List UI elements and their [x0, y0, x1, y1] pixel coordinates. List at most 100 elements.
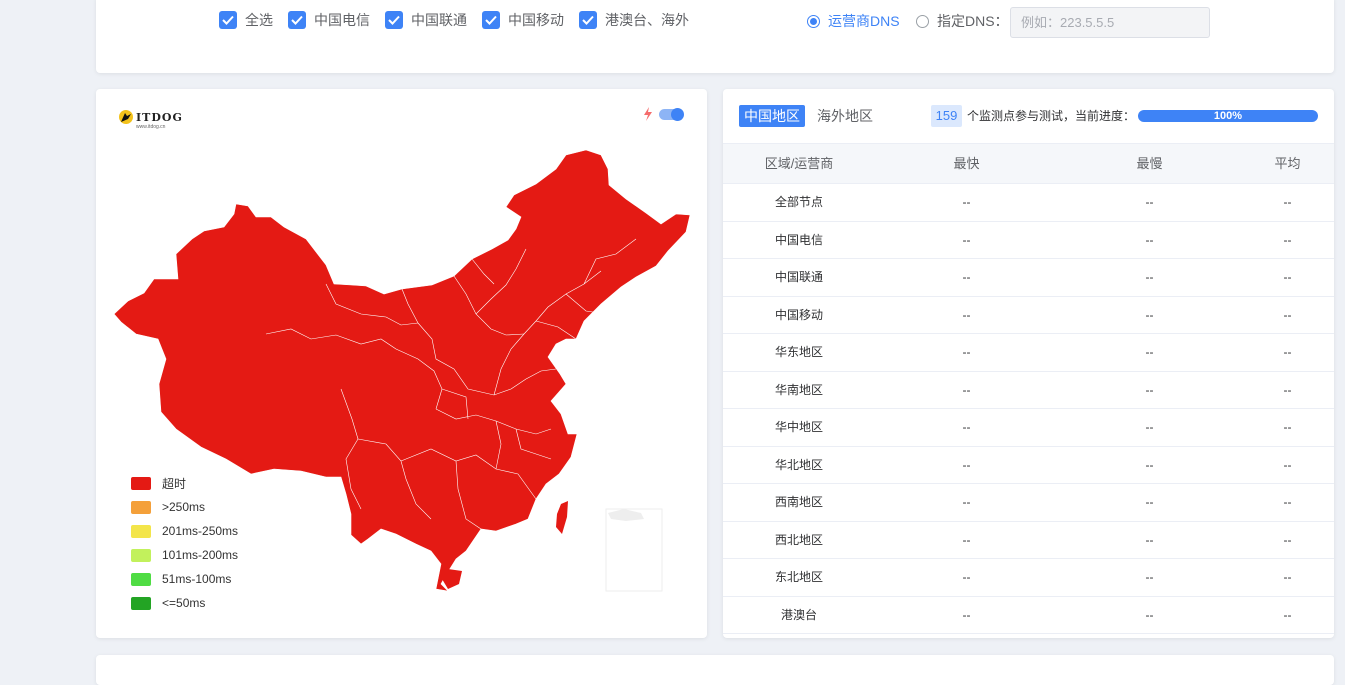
latency-cell: --	[1283, 457, 1292, 472]
legend-item[interactable]: 超时	[131, 471, 238, 495]
table-row: 东北地区 -- -- --	[723, 559, 1334, 597]
itdog-logo: ITDOG www.itdog.cn	[118, 109, 183, 130]
legend-label: >250ms	[162, 500, 206, 514]
latency-cell: --	[1283, 532, 1292, 547]
checkbox-mobile[interactable]: 中国移动	[482, 9, 564, 31]
latency-cell: --	[1283, 382, 1292, 397]
checkbox-overseas[interactable]: 港澳台、海外	[579, 9, 689, 31]
latency-cell: --	[1283, 607, 1292, 622]
column-header: 最快	[953, 156, 980, 171]
radio-custom-dns[interactable]: 指定DNS：	[916, 11, 1009, 31]
filter-panel: 全选 中国电信 中国联通 中国移动 港澳台、海外 运营商DNS 指定DNS： 例…	[96, 0, 1334, 73]
region-cell: 全部节点	[774, 195, 823, 209]
logo-text: ITDOG	[136, 110, 183, 124]
latency-cell: --	[1283, 232, 1292, 247]
legend-swatch	[131, 500, 151, 514]
radio-dot-icon	[807, 14, 820, 28]
latency-cell: --	[962, 457, 971, 472]
table-row: 中国移动 -- -- --	[723, 297, 1334, 334]
tab-china[interactable]: 中国地区	[739, 105, 805, 127]
dns-input[interactable]: 例如：223.5.5.5	[1010, 7, 1210, 38]
legend-label: 超时	[162, 476, 187, 491]
legend-item[interactable]: 201ms-250ms	[131, 519, 238, 543]
checkbox-unicom[interactable]: 中国联通	[385, 9, 467, 31]
latency-cell: --	[962, 495, 971, 509]
radio-dot-icon	[916, 14, 929, 28]
table-row: 港澳台 -- -- --	[723, 597, 1334, 634]
bottom-panel	[96, 655, 1334, 685]
legend-item[interactable]: >250ms	[131, 495, 238, 519]
region-cell: 华南地区	[774, 382, 823, 397]
latency-cell: --	[1145, 607, 1154, 622]
dog-logo-icon	[119, 110, 133, 124]
legend-swatch	[131, 524, 151, 538]
check-icon	[482, 11, 500, 29]
latency-cell: --	[1283, 195, 1292, 209]
column-header: 区域/运营商	[764, 156, 834, 171]
latency-cell: --	[962, 345, 971, 359]
legend-swatch	[131, 548, 151, 562]
legend-label: 51ms-100ms	[162, 572, 232, 586]
checkbox-label: 中国联通	[411, 12, 467, 28]
region-cell: 华中地区	[774, 420, 823, 434]
animation-toggle[interactable]	[659, 108, 684, 121]
latency-cell: --	[1145, 420, 1154, 434]
legend-label: 201ms-250ms	[162, 524, 239, 538]
latency-cell: --	[1145, 382, 1154, 397]
latency-cell: --	[1145, 307, 1154, 322]
legend-item[interactable]: 51ms-100ms	[131, 567, 238, 591]
checkbox-all[interactable]: 全选	[219, 9, 273, 31]
table-row: 西北地区 -- -- --	[723, 522, 1334, 559]
latency-cell: --	[1283, 570, 1292, 584]
checkbox-label: 港澳台、海外	[605, 12, 689, 28]
region-cell: 港澳台	[780, 607, 817, 622]
south-china-sea-inset	[605, 508, 663, 592]
legend-swatch	[131, 476, 151, 490]
legend-item[interactable]: 101ms-200ms	[131, 543, 238, 567]
latency-cell: --	[1283, 270, 1292, 284]
table-row: 华北地区 -- -- --	[723, 447, 1334, 484]
latency-cell: --	[1283, 495, 1292, 509]
table-row: 中国电信 -- -- --	[723, 222, 1334, 259]
column-header: 平均	[1274, 156, 1301, 171]
check-icon	[385, 11, 403, 29]
region-cell: 西北地区	[774, 532, 823, 547]
region-cell: 华东地区	[774, 345, 823, 359]
latency-cell: --	[962, 382, 971, 397]
node-count-text: 个监测点参与测试，当前进度：	[967, 109, 1136, 123]
region-cell: 东北地区	[774, 570, 823, 584]
check-icon	[219, 11, 237, 29]
latency-cell: --	[962, 270, 971, 284]
legend-label: <=50ms	[162, 596, 206, 610]
region-cell: 中国电信	[774, 232, 823, 247]
check-icon	[579, 11, 597, 29]
latency-cell: --	[962, 570, 971, 584]
latency-cell: --	[962, 532, 971, 547]
latency-cell: --	[1145, 532, 1154, 547]
legend-swatch	[131, 596, 151, 610]
latency-cell: --	[962, 195, 971, 209]
table-row: 华东地区 -- -- --	[723, 334, 1334, 372]
checkbox-label: 中国电信	[314, 12, 370, 28]
table-row: 华中地区 -- -- --	[723, 409, 1334, 447]
latency-cell: --	[1145, 495, 1154, 509]
radio-label: 运营商DNS	[828, 13, 900, 29]
checkbox-telecom[interactable]: 中国电信	[288, 9, 370, 31]
taiwan-region	[556, 501, 568, 534]
table-row: 华南地区 -- -- --	[723, 372, 1334, 409]
latency-cell: --	[962, 420, 971, 434]
latency-cell: --	[1145, 195, 1154, 209]
node-count-badge: 159	[931, 105, 962, 127]
check-icon	[288, 11, 306, 29]
legend-swatch	[131, 572, 151, 586]
radio-label: 指定DNS：	[937, 13, 1009, 29]
radio-isp-dns[interactable]: 运营商DNS	[807, 11, 900, 31]
legend-item[interactable]: <=50ms	[131, 591, 238, 615]
latency-cell: --	[1283, 345, 1292, 359]
region-cell: 中国移动	[774, 307, 823, 322]
tab-overseas[interactable]: 海外地区	[817, 105, 873, 127]
checkbox-label: 全选	[245, 12, 273, 28]
table-row: 全部节点 -- -- --	[723, 184, 1334, 222]
table-row: 西南地区 -- -- --	[723, 484, 1334, 522]
latency-cell: --	[1283, 307, 1292, 322]
